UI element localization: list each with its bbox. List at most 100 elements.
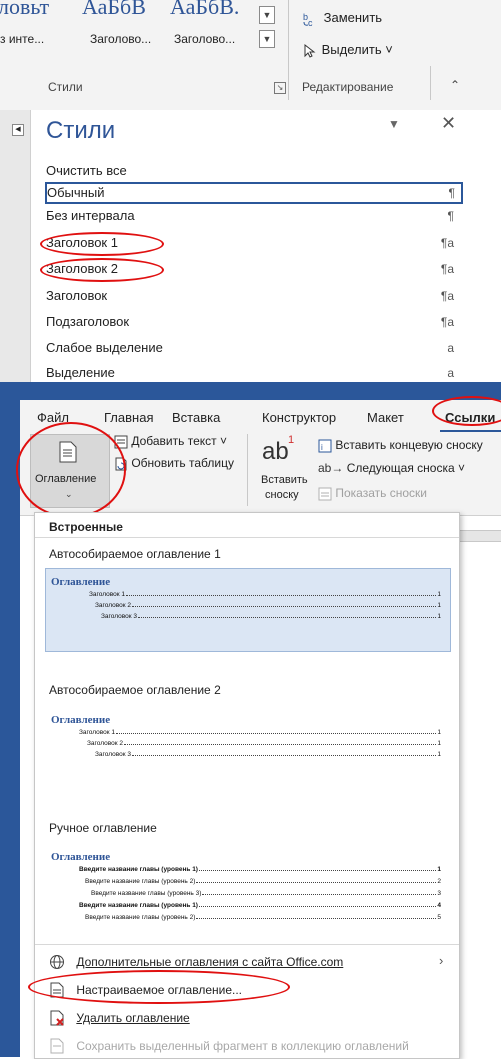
toc-gallery-dropdown: Встроенные Автособираемое оглавление 1 О…: [34, 512, 460, 1059]
replace-button[interactable]: bc Заменить: [302, 10, 383, 28]
show-notes-label: Показать сноски: [335, 486, 427, 500]
style-gallery-label[interactable]: Заголово...: [174, 32, 235, 46]
pane-options-icon[interactable]: ▼: [388, 117, 400, 131]
linked-style-icon: ¶a: [440, 236, 454, 250]
style-item-label: Без интервала: [46, 208, 135, 223]
character-style-icon: a: [447, 366, 454, 380]
replace-icon: bc: [303, 12, 313, 28]
document-edge: ◀: [0, 110, 31, 382]
style-item-label: Выделение: [46, 365, 115, 380]
next-footnote-button[interactable]: ab→ Следующая сноска ˅: [318, 461, 465, 475]
toc-entry: Заголовок 21: [95, 602, 441, 609]
ruler: [458, 530, 501, 542]
group-divider: [430, 66, 431, 100]
show-notes-button[interactable]: Показать сноски: [318, 486, 427, 501]
style-sample[interactable]: АаБбВ.: [170, 0, 239, 20]
gallery-more-button[interactable]: ▼: [259, 30, 275, 48]
toc-entry: Введите название главы (уровень 2) 2: [85, 878, 441, 885]
style-gallery-label[interactable]: Заголово...: [90, 32, 151, 46]
chevron-down-icon: ⌄: [65, 489, 73, 499]
style-item-normal[interactable]: Обычный ¶: [45, 182, 463, 204]
style-item-subtle-emphasis[interactable]: Слабое выделение a: [46, 338, 460, 358]
style-item-heading-2[interactable]: Заголовок 2 ¶a: [46, 259, 460, 279]
style-item-emphasis[interactable]: Выделение a: [46, 363, 460, 383]
tab-insert[interactable]: Вставка: [172, 410, 220, 425]
manual-toc-title: Ручное оглавление: [49, 821, 157, 835]
remove-document-icon: [50, 1010, 64, 1026]
tab-home[interactable]: Главная: [104, 410, 153, 425]
add-text-button[interactable]: Добавить текст ˅: [114, 434, 227, 449]
toc-preview-heading: Оглавление: [51, 714, 111, 726]
style-sample[interactable]: АаБбВ: [82, 0, 146, 20]
style-sample[interactable]: ловьт: [0, 0, 49, 20]
style-gallery-label[interactable]: з инте...: [0, 32, 44, 46]
tab-references[interactable]: Ссылки: [445, 410, 495, 425]
toc-button-label: Оглавление: [35, 473, 97, 485]
insert-endnote-label: Вставить концевую сноску: [335, 438, 483, 452]
styles-dialog-launcher-icon[interactable]: ↘: [274, 82, 286, 94]
show-notes-icon: [318, 487, 332, 501]
toc-entry: Заголовок 31: [95, 751, 441, 758]
toc-preview-heading: Оглавление: [51, 851, 111, 863]
custom-toc-item[interactable]: Настраиваемое оглавление...: [49, 982, 242, 998]
character-style-icon: a: [447, 341, 454, 355]
tab-stop-icon[interactable]: ◀: [12, 124, 24, 136]
style-item-clear-all[interactable]: Очистить все: [46, 161, 460, 181]
style-item-label: Обычный: [47, 185, 105, 200]
update-table-button[interactable]: Обновить таблицу: [114, 456, 234, 471]
toc-entry: Введите название главы (уровень 2) 5: [85, 914, 441, 921]
tab-file[interactable]: Файл: [37, 410, 69, 425]
insert-footnote-label-2: сноску: [265, 489, 299, 501]
styles-pane-title: Стили: [46, 117, 116, 144]
globe-icon: [50, 955, 64, 969]
next-footnote-icon: ab→: [318, 461, 344, 475]
separator: [35, 944, 459, 945]
linked-style-icon: ¶a: [440, 315, 454, 329]
insert-footnote-button[interactable]: ab 1 Вставить сноску: [256, 434, 308, 504]
style-item-label: Слабое выделение: [46, 340, 163, 355]
active-tab-indicator: [440, 430, 501, 432]
style-item-title[interactable]: Заголовок ¶a: [46, 286, 460, 306]
linked-style-icon: ¶a: [440, 262, 454, 276]
style-item-heading-1[interactable]: Заголовок 1 ¶a: [46, 233, 460, 253]
remove-toc-label: Удалить оглавление: [76, 1011, 190, 1025]
save-selection-label: Сохранить выделенный фрагмент в коллекци…: [76, 1039, 409, 1053]
remove-toc-item[interactable]: Удалить оглавление: [49, 1010, 190, 1026]
style-item-label: Заголовок: [46, 288, 108, 303]
builtin-header: Встроенные: [49, 520, 123, 534]
more-online-tocs-item[interactable]: Дополнительные оглавления с сайта Office…: [49, 954, 343, 970]
cursor-arrow-icon: [304, 43, 316, 58]
linked-style-icon: ¶a: [440, 289, 454, 303]
auto-toc-1-title: Автособираемое оглавление 1: [49, 547, 221, 561]
collapse-ribbon-icon[interactable]: ⌃: [450, 78, 460, 92]
select-label: Выделить ˅: [321, 42, 393, 57]
editing-group-label: Редактирование: [302, 80, 394, 94]
toc-entry: Введите название главы (уровень 1) 4: [79, 902, 441, 909]
add-text-label: Добавить текст ˅: [131, 434, 227, 448]
toc-entry: Введите название главы (уровень 1) 1: [79, 866, 441, 873]
footnote-icon: ab: [262, 438, 289, 465]
style-item-subtitle[interactable]: Подзаголовок ¶a: [46, 312, 460, 332]
insert-endnote-button[interactable]: i Вставить концевую сноску: [318, 438, 483, 453]
separator: [35, 537, 459, 538]
tab-design[interactable]: Конструктор: [262, 410, 336, 425]
window-edge: [0, 382, 20, 1057]
tab-layout[interactable]: Макет: [367, 410, 404, 425]
table-of-contents-icon: [59, 441, 77, 463]
auto-toc-2-title: Автособираемое оглавление 2: [49, 683, 221, 697]
replace-label: Заменить: [323, 10, 383, 25]
table-of-contents-button[interactable]: Оглавление ⌄: [30, 434, 110, 508]
close-icon[interactable]: ✕: [441, 113, 456, 134]
svg-text:c: c: [308, 18, 313, 27]
chevron-right-icon: ›: [439, 953, 444, 968]
more-online-label: Дополнительные оглавления с сайта Office…: [76, 955, 344, 969]
save-to-gallery-icon: [50, 1038, 64, 1054]
toc-entry: Заголовок 31: [101, 613, 441, 620]
select-button[interactable]: Выделить ˅: [302, 42, 393, 59]
paragraph-mark-icon: ¶: [447, 209, 454, 223]
gallery-scroll-down-button[interactable]: ▼: [259, 6, 275, 24]
style-item-label: Заголовок 1: [46, 235, 118, 250]
insert-footnote-label-1: Вставить: [261, 474, 308, 486]
style-item-no-spacing[interactable]: Без интервала ¶: [46, 206, 460, 226]
save-selection-item[interactable]: Сохранить выделенный фрагмент в коллекци…: [49, 1038, 409, 1054]
